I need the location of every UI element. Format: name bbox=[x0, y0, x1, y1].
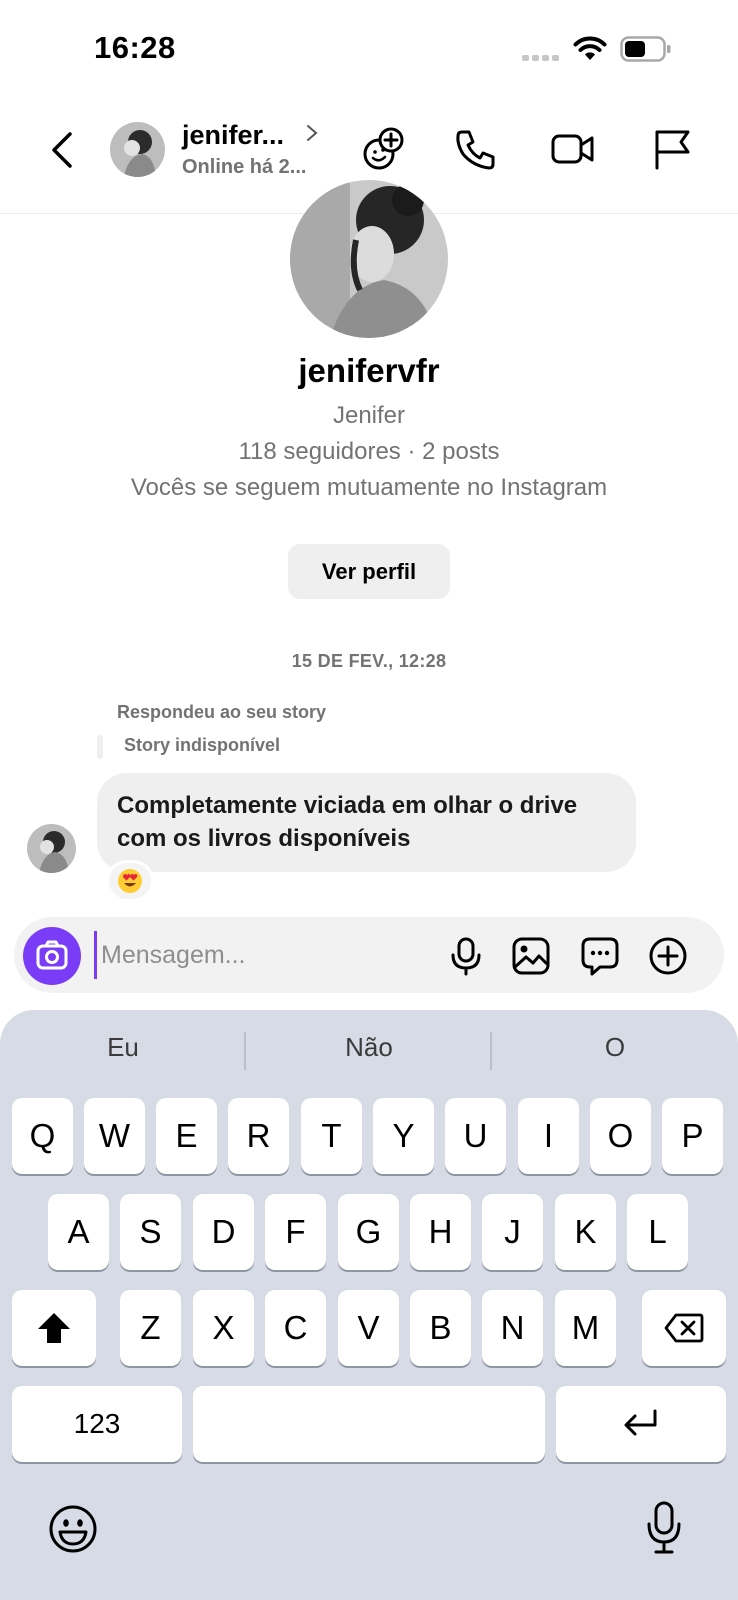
profile-avatar-image bbox=[290, 180, 448, 338]
sticker-icon[interactable] bbox=[580, 936, 620, 976]
video-icon[interactable] bbox=[550, 126, 596, 172]
reply-label: Respondeu ao seu story bbox=[117, 702, 327, 722]
key-c[interactable]: C bbox=[265, 1290, 326, 1366]
status-time: 16:28 bbox=[94, 30, 176, 65]
backspace-icon bbox=[664, 1313, 704, 1343]
return-icon bbox=[624, 1409, 657, 1436]
key-s[interactable]: S bbox=[120, 1194, 181, 1270]
profile-avatar[interactable] bbox=[290, 180, 448, 338]
plus-icon[interactable] bbox=[648, 936, 688, 976]
profile-mutual-follow: Vocês se seguem mutuamente no Instagram bbox=[130, 474, 608, 501]
key-v[interactable]: V bbox=[338, 1290, 399, 1366]
key-y[interactable]: Y bbox=[373, 1098, 434, 1174]
message-avatar-image bbox=[27, 824, 76, 873]
dictation-microphone-icon[interactable] bbox=[644, 1500, 684, 1556]
flag-icon[interactable] bbox=[650, 126, 696, 172]
contact-status: Online há 2... bbox=[182, 156, 307, 178]
suggestion-item[interactable]: Eu bbox=[23, 1032, 223, 1063]
key-o[interactable]: O bbox=[590, 1098, 651, 1174]
key-i[interactable]: I bbox=[518, 1098, 579, 1174]
key-j[interactable]: J bbox=[482, 1194, 543, 1270]
gallery-icon[interactable] bbox=[511, 936, 551, 976]
wifi-icon bbox=[573, 36, 607, 60]
key-d[interactable]: D bbox=[193, 1194, 254, 1270]
suggestion-divider bbox=[490, 1032, 492, 1070]
key-e[interactable]: E bbox=[156, 1098, 217, 1174]
key-p[interactable]: P bbox=[662, 1098, 723, 1174]
view-profile-button[interactable]: Ver perfil bbox=[288, 544, 450, 599]
key-n[interactable]: N bbox=[482, 1290, 543, 1366]
suggestion-item[interactable]: O bbox=[515, 1032, 715, 1063]
key-z[interactable]: Z bbox=[120, 1290, 181, 1366]
backspace-key[interactable] bbox=[642, 1290, 726, 1366]
microphone-icon[interactable] bbox=[446, 936, 486, 976]
key-g[interactable]: G bbox=[338, 1194, 399, 1270]
profile-full-name: Jenifer bbox=[332, 402, 406, 429]
key-b[interactable]: B bbox=[410, 1290, 471, 1366]
key-h[interactable]: H bbox=[410, 1194, 471, 1270]
key-x[interactable]: X bbox=[193, 1290, 254, 1366]
emoji-icon[interactable] bbox=[48, 1504, 98, 1554]
story-unavailable-label: Story indisponível bbox=[124, 735, 281, 755]
space-key[interactable] bbox=[193, 1386, 545, 1462]
profile-stats: 118 seguidores · 2 posts bbox=[238, 438, 500, 465]
key-t[interactable]: T bbox=[301, 1098, 362, 1174]
heart-eyes-emoji-icon bbox=[118, 869, 142, 893]
key-q[interactable]: Q bbox=[12, 1098, 73, 1174]
battery-icon bbox=[620, 36, 671, 62]
message-bubble[interactable]: Completamente viciada em olhar o drive c… bbox=[97, 773, 636, 872]
suggestion-divider bbox=[244, 1032, 246, 1070]
message-avatar[interactable] bbox=[27, 824, 76, 873]
status-bar: 16:28 bbox=[0, 0, 738, 100]
message-text-line: Completamente viciada em olhar o drive bbox=[117, 792, 578, 819]
keyboard: Eu Não O Q W E R T Y U I O P A S D F G H… bbox=[0, 1010, 738, 1600]
phone-icon[interactable] bbox=[453, 126, 499, 172]
camera-icon bbox=[36, 940, 68, 970]
key-w[interactable]: W bbox=[84, 1098, 145, 1174]
key-u[interactable]: U bbox=[445, 1098, 506, 1174]
key-m[interactable]: M bbox=[555, 1290, 616, 1366]
reaction-badge[interactable] bbox=[106, 860, 154, 902]
avatar-image bbox=[110, 122, 165, 177]
profile-username: jenifervfr bbox=[298, 352, 440, 389]
shift-arrow-icon bbox=[38, 1313, 70, 1343]
key-k[interactable]: K bbox=[555, 1194, 616, 1270]
return-key[interactable] bbox=[556, 1386, 726, 1462]
key-l[interactable]: L bbox=[627, 1194, 688, 1270]
message-input[interactable] bbox=[94, 931, 434, 979]
suggestion-bar: Eu Não O bbox=[0, 1010, 738, 1090]
chevron-right-icon[interactable] bbox=[306, 124, 318, 142]
contact-name[interactable]: jenifer... bbox=[182, 120, 284, 151]
chevron-left-icon[interactable] bbox=[44, 128, 80, 172]
effects-icon[interactable] bbox=[361, 126, 407, 172]
key-f[interactable]: F bbox=[265, 1194, 326, 1270]
message-text-line: com os livros disponíveis bbox=[117, 825, 411, 852]
numbers-key[interactable]: 123 bbox=[12, 1386, 182, 1462]
suggestion-item[interactable]: Não bbox=[269, 1032, 469, 1063]
key-a[interactable]: A bbox=[48, 1194, 109, 1270]
avatar[interactable] bbox=[110, 122, 165, 177]
story-reply-bar bbox=[97, 735, 103, 759]
camera-button[interactable] bbox=[23, 927, 81, 985]
message-composer bbox=[14, 917, 724, 993]
chat-date: 15 DE FEV., 12:28 bbox=[291, 651, 447, 671]
shift-key[interactable] bbox=[12, 1290, 96, 1366]
cellular-signal-icon bbox=[522, 55, 559, 61]
key-r[interactable]: R bbox=[228, 1098, 289, 1174]
